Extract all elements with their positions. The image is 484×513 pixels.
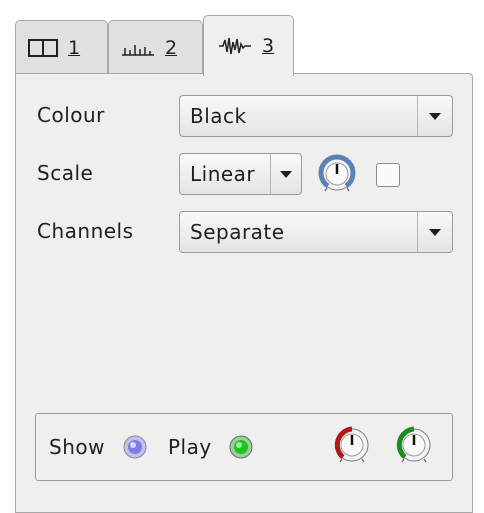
- waveform-icon: [218, 36, 252, 56]
- chevron-down-icon: [417, 96, 452, 136]
- volume-knob-green[interactable]: [392, 424, 436, 468]
- tab-2[interactable]: 2: [108, 20, 203, 74]
- colour-label: Colour: [37, 103, 105, 127]
- channels-label: Channels: [37, 219, 134, 243]
- tab-3-label: 3: [262, 35, 275, 57]
- scale-checkbox[interactable]: [376, 163, 400, 187]
- scale-dropdown[interactable]: Linear: [179, 153, 302, 195]
- oscilloscope-icon: [28, 38, 58, 57]
- show-led-button[interactable]: [122, 434, 148, 460]
- scale-knob[interactable]: [315, 153, 359, 197]
- volume-knob-red[interactable]: [330, 424, 374, 468]
- tab-3[interactable]: 3: [203, 15, 294, 76]
- tab-2-label: 2: [165, 36, 178, 59]
- tab-1-label: 1: [68, 36, 81, 59]
- chevron-down-icon: [270, 154, 301, 194]
- tab-1[interactable]: 1: [15, 20, 108, 74]
- scale-value: Linear: [190, 162, 256, 186]
- colour-value: Black: [190, 104, 247, 128]
- play-label: Play: [168, 435, 212, 459]
- channels-value: Separate: [190, 220, 285, 244]
- scale-label: Scale: [37, 161, 94, 185]
- colour-dropdown[interactable]: Black: [179, 95, 453, 137]
- spectrum-icon: [121, 39, 155, 57]
- show-label: Show: [49, 435, 105, 459]
- chevron-down-icon: [417, 212, 452, 252]
- play-led-button[interactable]: [228, 434, 254, 460]
- channels-dropdown[interactable]: Separate: [179, 211, 453, 253]
- playback-group: Show Play: [35, 413, 453, 481]
